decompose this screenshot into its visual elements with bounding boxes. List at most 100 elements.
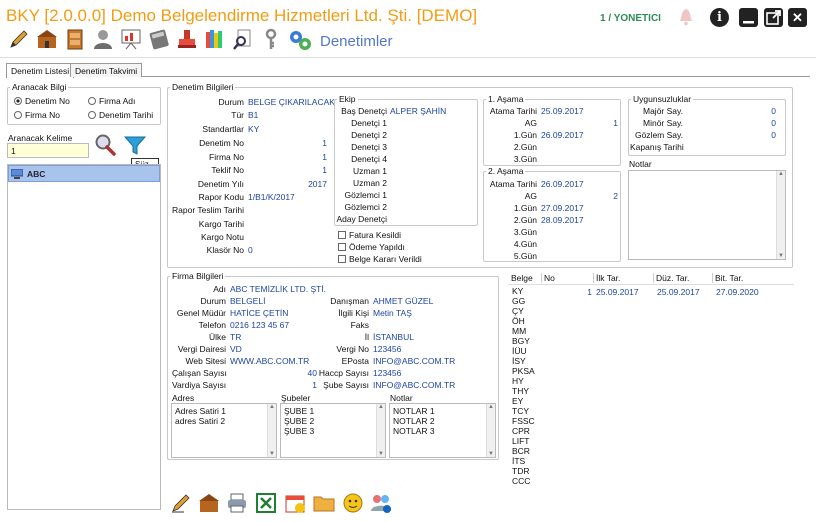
belge-code-row[interactable]: BCR — [512, 446, 530, 456]
first-row-bit[interactable]: 27.09.2020 — [716, 287, 759, 297]
stamp-icon[interactable] — [176, 28, 198, 50]
calisan-value[interactable]: 40 — [230, 368, 317, 378]
belge-code-row[interactable]: İTS — [512, 456, 525, 466]
firma-durum-value[interactable]: BELGELİ — [230, 296, 265, 306]
belge-code-row[interactable]: EY — [512, 396, 523, 406]
major-value[interactable]: 0 — [690, 106, 776, 116]
key-icon[interactable] — [260, 28, 282, 50]
genel-mudur-value[interactable]: HATİCE ÇETİN — [230, 308, 288, 318]
info-icon[interactable]: i — [710, 8, 729, 27]
excel-icon[interactable] — [255, 492, 277, 514]
denetim-yili-value[interactable]: 2017 — [248, 179, 327, 189]
maximize-button[interactable] — [764, 8, 783, 27]
danisman-value[interactable]: AHMET GÜZEL — [373, 296, 433, 306]
edit-icon[interactable] — [170, 492, 192, 514]
subeler-textarea[interactable]: ŞUBE 1 ŞUBE 2 ŞUBE 3 — [280, 403, 386, 458]
asama2-gun2-value[interactable]: 28.09.2017 — [541, 215, 584, 225]
vardiya-value[interactable]: 1 — [230, 380, 317, 390]
firma-no-value[interactable]: 1 — [248, 152, 327, 162]
belge-code-row[interactable]: TDR — [512, 466, 529, 476]
asama1-atama-value[interactable]: 25.09.2017 — [541, 106, 584, 116]
belge-code-row[interactable]: TCY — [512, 406, 529, 416]
teklif-no-value[interactable]: 1 — [248, 165, 327, 175]
gears-icon[interactable] — [288, 28, 311, 50]
belge-karari-checkbox[interactable]: Belge Kararı Verildi — [338, 254, 422, 264]
filter-icon[interactable] — [123, 134, 147, 156]
asama2-gun1-value[interactable]: 27.09.2017 — [541, 203, 584, 213]
bit-tar-header[interactable]: Bit. Tar. — [712, 273, 743, 283]
tab-denetim-listesi[interactable]: Denetim Listesi — [6, 63, 75, 78]
radio-denetim-no[interactable]: Denetim No — [14, 96, 70, 106]
vergi-dairesi-value[interactable]: VD — [230, 344, 242, 354]
fatura-kesildi-checkbox[interactable]: Fatura Kesildi — [338, 230, 401, 240]
first-row-duz[interactable]: 25.09.2017 — [657, 287, 700, 297]
bell-icon[interactable] — [678, 8, 694, 26]
belge-code-row[interactable]: ÇY — [512, 306, 524, 316]
cabinet-icon[interactable] — [64, 28, 86, 50]
ilk-tar-header[interactable]: İlk Tar. — [593, 273, 620, 283]
no-header[interactable]: No — [541, 273, 555, 283]
belge-code-row[interactable]: THY — [512, 386, 529, 396]
search-icon[interactable] — [93, 133, 117, 157]
durum-value[interactable]: BELGE ÇIKARILACAK — [248, 97, 335, 107]
standartlar-value[interactable]: KY — [248, 124, 259, 134]
il-value[interactable]: İSTANBUL — [373, 332, 414, 342]
klasor-no-value[interactable]: 0 — [248, 245, 253, 255]
belge-code-row[interactable]: HY — [512, 376, 524, 386]
radio-firma-adi[interactable]: Firma Adı — [88, 96, 135, 106]
belge-code-row[interactable]: ÖH — [512, 316, 525, 326]
radio-firma-no[interactable]: Firma No — [14, 110, 60, 120]
first-row-ilk[interactable]: 25.09.2017 — [596, 287, 639, 297]
rapor-kodu-value[interactable]: 1/B1/K/2017 — [248, 192, 295, 202]
adres-textarea[interactable]: Adres Satiri 1 adres Satiri 2 — [171, 403, 277, 458]
support-icon[interactable] — [342, 492, 364, 514]
belge-code-row[interactable]: CCC — [512, 476, 530, 486]
calculator-icon[interactable] — [148, 28, 170, 50]
belge-header[interactable]: Belge — [511, 273, 533, 283]
gozlem-value[interactable]: 0 — [690, 130, 776, 140]
minimize-button[interactable] — [739, 8, 758, 27]
first-row-no[interactable]: 1 — [548, 287, 592, 297]
belge-code-row[interactable]: KY — [512, 286, 523, 296]
folder-icon[interactable] — [313, 492, 335, 514]
list-item[interactable]: ABC — [8, 165, 160, 182]
ulke-value[interactable]: TR — [230, 332, 241, 342]
presentation-icon[interactable] — [120, 28, 142, 50]
building-report-icon[interactable] — [198, 492, 220, 514]
belge-code-row[interactable]: MM — [512, 326, 526, 336]
asama1-ag-value[interactable]: 1 — [540, 118, 618, 128]
radio-denetim-tarihi[interactable]: Denetim Tarihi — [88, 110, 153, 120]
close-button[interactable]: ✕ — [788, 8, 807, 27]
telefon-value[interactable]: 0216 123 45 67 — [230, 320, 289, 330]
odeme-yapildi-checkbox[interactable]: Ödeme Yapıldı — [338, 242, 405, 252]
belge-code-row[interactable]: FSSC — [512, 416, 535, 426]
firma-adi-value[interactable]: ABC TEMİZLİK LTD. ŞTİ. — [230, 284, 326, 294]
haccp-value[interactable]: 123456 — [373, 368, 401, 378]
belge-code-row[interactable]: İSY — [512, 356, 526, 366]
ilgili-kisi-value[interactable]: Metin TAŞ — [373, 308, 412, 318]
vergi-no-value[interactable]: 123456 — [373, 344, 401, 354]
calendar-icon[interactable] — [284, 492, 306, 514]
building-icon[interactable] — [36, 28, 58, 50]
users-info-icon[interactable] — [370, 492, 392, 514]
tur-value[interactable]: B1 — [248, 110, 258, 120]
web-sitesi-value[interactable]: WWW.ABC.COM.TR — [230, 356, 309, 366]
duz-tar-header[interactable]: Düz. Tar. — [653, 273, 689, 283]
bas-denetci-value[interactable]: ALPER ŞAHİN — [390, 106, 446, 116]
books-icon[interactable] — [204, 28, 226, 50]
printer-icon[interactable] — [226, 492, 248, 514]
belge-code-row[interactable]: BGY — [512, 336, 530, 346]
belge-code-row[interactable]: CPR — [512, 426, 530, 436]
edit-pencil-icon[interactable] — [8, 28, 30, 50]
asama2-ag-value[interactable]: 2 — [540, 191, 618, 201]
asama2-atama-value[interactable]: 26.09.2017 — [541, 179, 584, 189]
eposta-value[interactable]: INFO@ABC.COM.TR — [373, 356, 455, 366]
tab-denetim-takvimi[interactable]: Denetim Takvimi — [70, 63, 143, 77]
belge-code-row[interactable]: LIFT — [512, 436, 529, 446]
keyword-input[interactable]: 1 — [7, 143, 89, 158]
notlar-textarea[interactable] — [628, 170, 786, 260]
denetim-no-value[interactable]: 1 — [248, 138, 327, 148]
search-document-icon[interactable] — [232, 28, 254, 50]
belge-code-row[interactable]: İÜU — [512, 346, 527, 356]
firma-notlar-textarea[interactable]: NOTLAR 1 NOTLAR 2 NOTLAR 3 — [389, 403, 496, 458]
